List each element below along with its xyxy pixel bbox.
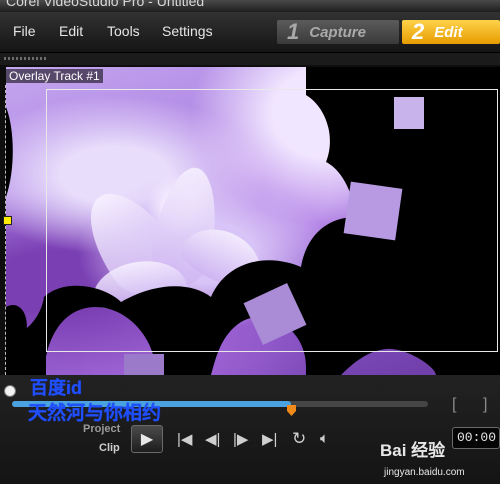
step-capture-number: 1 bbox=[287, 19, 300, 44]
step-edit-tab[interactable]: 2 Edit bbox=[402, 19, 500, 44]
prev-frame-icon[interactable]: ◀| bbox=[205, 432, 220, 447]
mark-out-button[interactable]: ] bbox=[483, 396, 487, 414]
watermark-line-2: 天然河与你相约 bbox=[28, 403, 162, 424]
clip-mode-label[interactable]: Clip bbox=[99, 442, 120, 454]
baidu-jingyan-logo: Bai 经验 bbox=[380, 441, 446, 460]
step-edit-label: Edit bbox=[434, 23, 463, 41]
menu-settings[interactable]: Settings bbox=[162, 23, 213, 39]
step-edit-number: 2 bbox=[412, 19, 425, 44]
repeat-icon[interactable]: ↻ bbox=[292, 430, 306, 447]
window-title: Corel VideoStudio Pro - Untitled bbox=[6, 0, 205, 9]
step-capture-label: Capture bbox=[309, 23, 366, 41]
overlay-frame-outline[interactable] bbox=[46, 89, 498, 352]
panel-divider bbox=[0, 53, 500, 65]
baidu-jingyan-url: jingyan.baidu.com bbox=[384, 467, 465, 478]
menu-bar: File Edit Tools Settings 1 Capture 2 Edi… bbox=[0, 12, 500, 53]
overlay-guide-line bbox=[5, 85, 7, 375]
scrubber-handle[interactable] bbox=[4, 385, 16, 397]
menu-edit[interactable]: Edit bbox=[59, 23, 83, 39]
overlay-track-label: Overlay Track #1 bbox=[6, 69, 103, 83]
menu-file[interactable]: File bbox=[13, 23, 36, 39]
next-frame-icon[interactable]: |▶ bbox=[233, 432, 248, 447]
mark-in-button[interactable]: [ bbox=[452, 396, 456, 414]
menu-tools[interactable]: Tools bbox=[107, 23, 140, 39]
preview-window[interactable]: Overlay Track #1 bbox=[6, 67, 500, 375]
play-icon: ▶ bbox=[140, 431, 154, 448]
home-icon[interactable]: |◀ bbox=[177, 432, 192, 447]
watermark-line-1: 百度id bbox=[30, 378, 82, 398]
timecode-display[interactable]: 00:00 bbox=[452, 427, 500, 449]
step-capture-tab[interactable]: 1 Capture bbox=[277, 19, 399, 44]
volume-icon[interactable]: 🔈︎ bbox=[320, 431, 329, 446]
overlay-resize-handle[interactable] bbox=[3, 216, 12, 225]
title-bar: Corel VideoStudio Pro - Untitled bbox=[0, 0, 500, 12]
play-button[interactable]: ▶ bbox=[131, 425, 163, 453]
end-icon[interactable]: ▶| bbox=[262, 432, 277, 447]
grip-dots[interactable] bbox=[4, 57, 46, 60]
